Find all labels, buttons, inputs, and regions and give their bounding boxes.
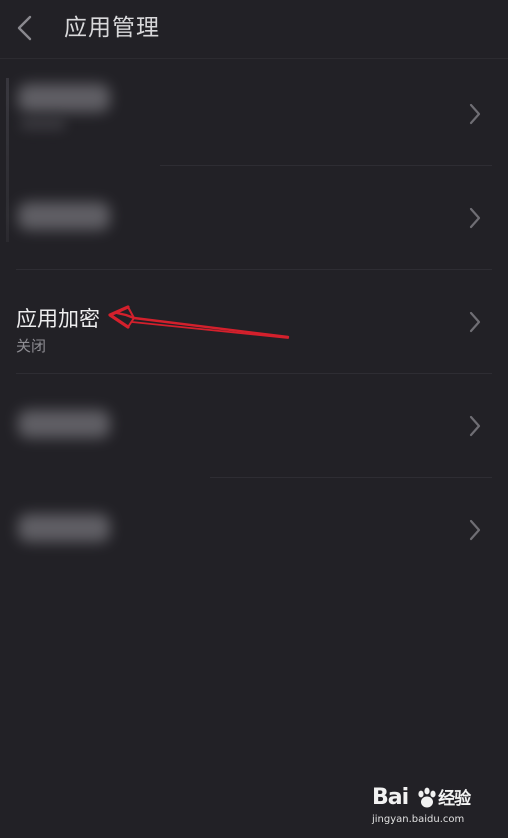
blurred-label: [18, 202, 110, 230]
chevron-right-icon: [469, 311, 481, 333]
list-item[interactable]: [0, 62, 508, 166]
chevron-right-icon: [469, 415, 481, 437]
list-item[interactable]: [0, 478, 508, 582]
chevron-right-icon: [469, 207, 481, 229]
page-title: 应用管理: [64, 15, 160, 41]
list-item[interactable]: [0, 374, 508, 478]
blurred-label: [18, 84, 110, 112]
watermark-url: jingyan.baidu.com: [372, 814, 465, 825]
baidu-watermark: Bai 经验 jingyan.baidu.com: [372, 784, 502, 832]
header-bar: 应用管理: [0, 0, 508, 58]
chevron-right-icon: [469, 519, 481, 541]
item-subtitle: 关闭: [16, 337, 47, 355]
chevron-right-icon: [469, 103, 481, 125]
list-item[interactable]: [0, 166, 508, 270]
list-item-app-encryption[interactable]: 应用加密 关闭: [0, 270, 508, 374]
blurred-label: [18, 410, 110, 438]
blurred-sublabel: [20, 118, 66, 130]
blurred-label: [18, 514, 110, 542]
settings-list: 应用加密 关闭: [0, 62, 508, 582]
chevron-left-icon[interactable]: [14, 14, 38, 42]
paw-icon: [418, 787, 436, 808]
header-divider: [0, 58, 508, 59]
item-title: 应用加密: [16, 307, 100, 331]
